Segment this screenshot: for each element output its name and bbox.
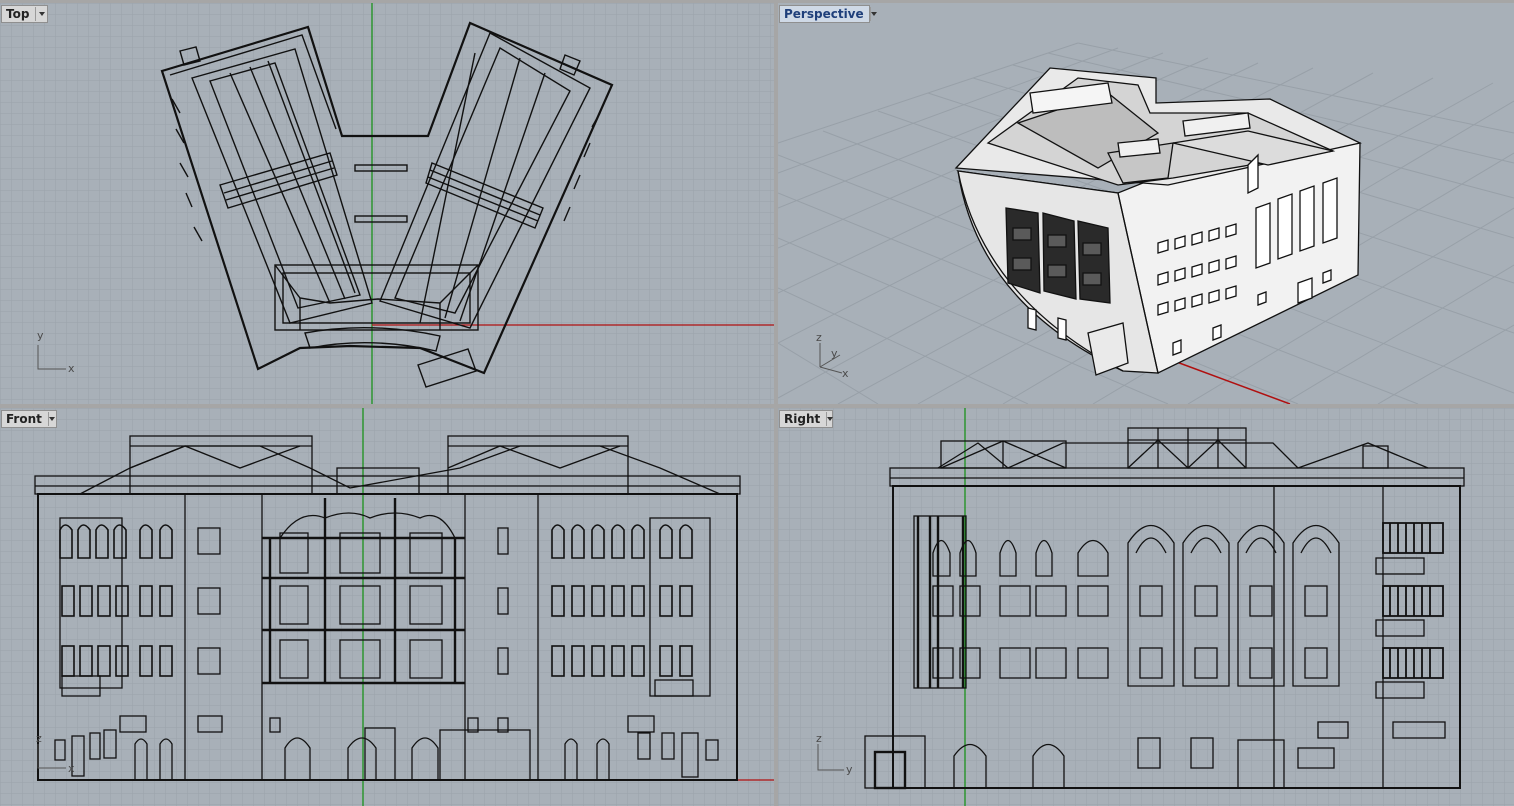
svg-text:x: x	[68, 762, 75, 775]
chevron-down-icon[interactable]	[47, 412, 56, 426]
viewport-top[interactable]: y x Top	[0, 3, 774, 404]
svg-text:y: y	[831, 347, 838, 360]
viewport-front[interactable]: z x Front	[0, 408, 774, 806]
viewport-right[interactable]: z y Right	[778, 408, 1514, 806]
svg-text:z: z	[816, 732, 822, 745]
viewport-title-top[interactable]: Top	[1, 5, 48, 23]
svg-text:x: x	[68, 362, 75, 375]
viewport-title-front[interactable]: Front	[1, 410, 57, 428]
chevron-down-icon[interactable]	[826, 412, 833, 426]
svg-text:z: z	[36, 732, 42, 745]
svg-text:y: y	[846, 763, 853, 776]
viewport-title-label: Top	[6, 7, 30, 21]
viewport-perspective[interactable]: z y x Perspective	[778, 3, 1514, 404]
chevron-down-icon[interactable]	[35, 7, 47, 21]
svg-text:z: z	[816, 331, 822, 344]
svg-text:y: y	[37, 329, 44, 342]
viewport-title-label: Perspective	[784, 7, 864, 21]
chevron-down-icon[interactable]	[869, 7, 877, 21]
perspective-view-scene: z y x	[778, 3, 1514, 404]
svg-text:x: x	[842, 367, 849, 380]
viewport-title-label: Right	[784, 412, 821, 426]
top-view-scene: y x	[0, 3, 774, 404]
viewport-title-right[interactable]: Right	[779, 410, 833, 428]
front-view-scene: z x	[0, 408, 774, 806]
right-view-scene: z y	[778, 408, 1514, 806]
viewport-title-perspective[interactable]: Perspective	[779, 5, 871, 23]
viewport-title-label: Front	[6, 412, 42, 426]
